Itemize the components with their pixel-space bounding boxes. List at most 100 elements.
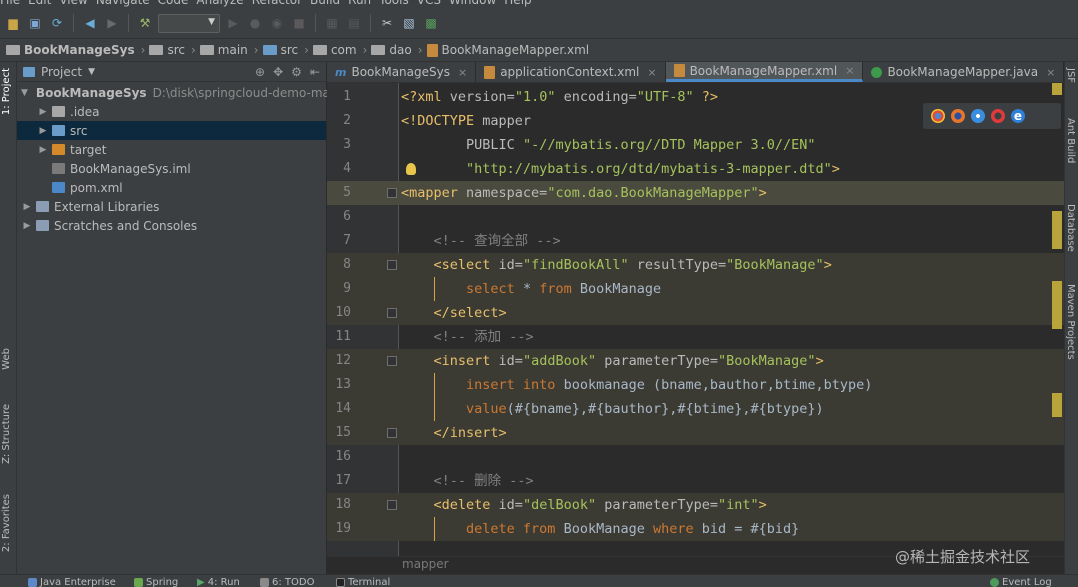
breadcrumb-item[interactable]: main › [199, 43, 259, 57]
save-icon[interactable]: ▣ [26, 14, 44, 32]
chevron-right-icon[interactable]: ▶ [21, 202, 33, 212]
coverage-icon[interactable]: ◉ [268, 14, 286, 32]
code-line[interactable]: 3 PUBLIC "-//mybatis.org//DTD Mapper 3.0… [327, 133, 1064, 157]
safari-icon[interactable] [971, 109, 985, 123]
tool-spring[interactable]: Spring [134, 577, 178, 587]
project-view-selector[interactable]: Project [41, 65, 82, 79]
editor-breadcrumb-label[interactable]: mapper [402, 557, 449, 571]
menu-item-analyze[interactable]: Analyze [196, 0, 243, 7]
editor-scroll-markers[interactable] [1052, 83, 1062, 556]
breadcrumb-item[interactable]: src › [149, 43, 196, 57]
tree-item[interactable]: ▶ src [17, 121, 326, 140]
tool-tab-ant-build[interactable]: Ant Build [1065, 118, 1076, 163]
chevron-right-icon[interactable]: ▶ [37, 107, 49, 117]
tool-event-log[interactable]: Event Log [990, 577, 1052, 587]
tool-tab-jsf[interactable]: JSF [1065, 68, 1076, 83]
code-editor[interactable]: 1 <?xml version="1.0" encoding="UTF-8" ?>… [327, 83, 1064, 556]
vcs-icon[interactable]: ▤ [345, 14, 363, 32]
tool-tab-structure[interactable]: Z: Structure [1, 404, 12, 464]
tool-java-enterprise[interactable]: Java Enterprise [28, 577, 116, 587]
tool-terminal[interactable]: Terminal [336, 577, 390, 587]
menu-item-file[interactable]: File [0, 0, 20, 7]
run-icon[interactable]: ▶ [224, 14, 242, 32]
close-icon[interactable]: × [845, 64, 854, 77]
firefox-icon[interactable] [951, 109, 965, 123]
tab-applicationcontext[interactable]: applicationContext.xml × [476, 62, 666, 82]
breadcrumb-item[interactable]: src › [262, 43, 309, 57]
code-line[interactable]: 7 <!-- 查询全部 --> [327, 229, 1064, 253]
code-line[interactable]: 18 <delete id="delBook" parameterType="i… [327, 493, 1064, 517]
code-line[interactable]: 8 <select id="findBookAll" resultType="B… [327, 253, 1064, 277]
menu-item-run[interactable]: Run [348, 0, 371, 7]
chrome-icon[interactable] [931, 109, 945, 123]
stop-icon[interactable]: ■ [290, 14, 308, 32]
tool-run[interactable]: ▶ 4: Run [197, 577, 240, 587]
code-line[interactable]: 11 <!-- 添加 --> [327, 325, 1064, 349]
tool-tab-database[interactable]: Database [1065, 204, 1076, 252]
code-line[interactable]: 9 select * from BookManage [327, 277, 1064, 301]
intention-bulb-icon[interactable] [406, 163, 416, 175]
settings-icon[interactable]: ✂ [378, 14, 396, 32]
tool-todo[interactable]: 6: TODO [260, 577, 314, 587]
menu-item-build[interactable]: Build [310, 0, 340, 7]
fold-marker-icon[interactable] [387, 308, 397, 318]
locate-icon[interactable]: ⊕ [255, 65, 265, 79]
tree-item[interactable]: ▶ .idea [17, 102, 326, 121]
tool-tab-project[interactable]: 1: Project [1, 68, 12, 115]
chevron-down-icon[interactable]: ▼ [88, 67, 95, 77]
menu-item-refactor[interactable]: Refactor [252, 0, 302, 7]
code-line[interactable]: 15 </insert> [327, 421, 1064, 445]
code-line[interactable]: 16 [327, 445, 1064, 469]
code-line[interactable]: 10 </select> [327, 301, 1064, 325]
breadcrumb-item[interactable]: com › [312, 43, 367, 57]
code-line[interactable]: 4 "http://mybatis.org/dtd/mybatis-3-mapp… [327, 157, 1064, 181]
breadcrumb-item[interactable]: BookManageMapper.xml [426, 43, 589, 57]
menu-item-edit[interactable]: Edit [28, 0, 51, 7]
tree-item[interactable]: pom.xml [17, 178, 326, 197]
fold-marker-icon[interactable] [387, 356, 397, 366]
run-config-select[interactable] [158, 13, 220, 33]
tree-item[interactable]: ▶ Scratches and Consoles [17, 216, 326, 235]
opera-icon[interactable] [991, 109, 1005, 123]
tab-bookmanagemapper-xml[interactable]: BookManageMapper.xml × [665, 62, 864, 82]
code-line[interactable]: 5 <mapper namespace="com.dao.BookManageMa… [327, 181, 1064, 205]
sync-icon[interactable]: ⟳ [48, 14, 66, 32]
forward-icon[interactable]: ▶ [103, 14, 121, 32]
menu-item-window[interactable]: Window [449, 0, 496, 7]
tool-tab-web[interactable]: Web [1, 348, 12, 370]
open-folder-icon[interactable]: ▆ [4, 14, 22, 32]
menu-item-view[interactable]: View [59, 0, 87, 7]
fold-marker-icon[interactable] [387, 500, 397, 510]
close-icon[interactable]: × [647, 66, 656, 79]
fold-marker-icon[interactable] [387, 428, 397, 438]
tool-tab-favorites[interactable]: 2: Favorites [1, 494, 12, 552]
menu-item-help[interactable]: Help [504, 0, 531, 7]
chevron-down-icon[interactable]: ▼ [21, 88, 28, 98]
back-icon[interactable]: ◀ [81, 14, 99, 32]
code-line[interactable]: 6 [327, 205, 1064, 229]
tree-item[interactable]: ▼ BookManageSys D:\disk\springcloud-demo-m… [17, 83, 357, 102]
tab-bookmanagemapper-java[interactable]: BookManageMapper.java × [863, 62, 1065, 82]
build-icon[interactable]: ⚒ [136, 14, 154, 32]
tool-tab-maven-projects[interactable]: Maven Projects [1065, 284, 1076, 360]
debug-icon[interactable]: ● [246, 14, 264, 32]
tree-item[interactable]: BookManageSys.iml [17, 159, 326, 178]
project-structure-icon[interactable]: ▧ [400, 14, 418, 32]
tab-bookmanagesys[interactable]: m BookManageSys × [327, 62, 477, 82]
tree-item[interactable]: ▶ External Libraries [17, 197, 326, 216]
menu-item-tools[interactable]: Tools [379, 0, 409, 7]
hide-icon[interactable]: ⇤ [310, 65, 320, 79]
menu-item-code[interactable]: Code [158, 0, 189, 7]
menu-item-navigate[interactable]: Navigate [96, 0, 150, 7]
gear-icon[interactable]: ⚙ [291, 65, 302, 79]
tree-item[interactable]: ▶ target [17, 140, 326, 159]
code-line[interactable]: 19 delete from BookManage where bid = #{… [327, 517, 1064, 541]
chevron-right-icon[interactable]: ▶ [37, 126, 49, 136]
chevron-right-icon[interactable]: ▶ [21, 221, 33, 231]
close-icon[interactable]: × [1046, 66, 1055, 79]
menu-item-vcs[interactable]: VCS [417, 0, 441, 7]
code-line[interactable]: 14 value(#{bname},#{bauthor},#{btime},#{… [327, 397, 1064, 421]
sdk-icon[interactable]: ▩ [422, 14, 440, 32]
breadcrumb-item[interactable]: dao › [371, 43, 423, 57]
close-icon[interactable]: × [458, 66, 467, 79]
